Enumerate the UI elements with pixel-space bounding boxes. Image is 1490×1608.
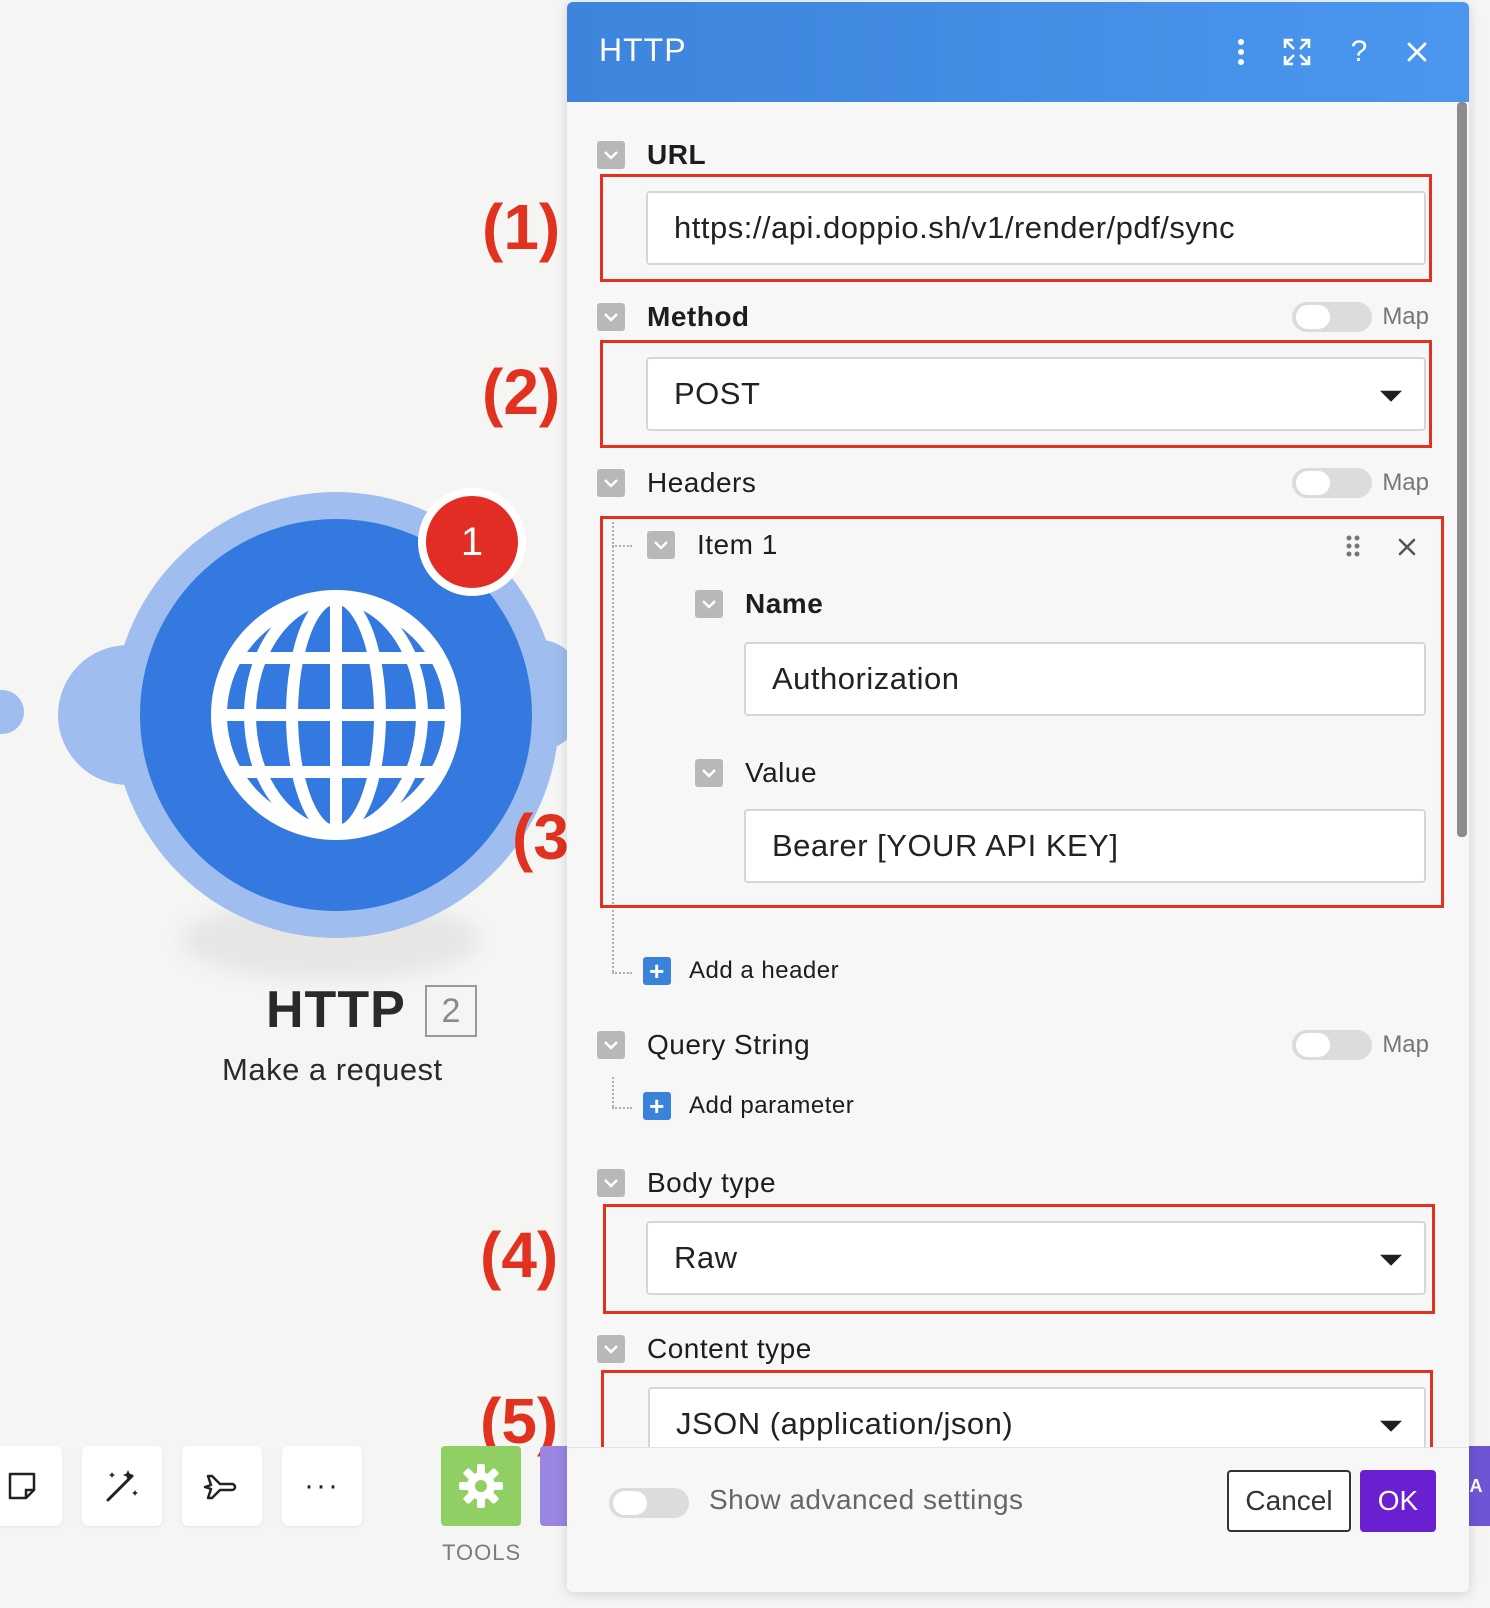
add-parameter-label: Add parameter <box>689 1092 855 1119</box>
headers-label-row: Headers <box>597 466 756 500</box>
collapse-chevron-icon[interactable] <box>597 303 625 331</box>
add-header-label: Add a header <box>689 957 840 984</box>
url-label: URL <box>647 139 707 170</box>
collapse-chevron-icon[interactable] <box>647 531 675 559</box>
collapse-chevron-icon[interactable] <box>695 590 723 618</box>
dropdown-caret-icon <box>1380 1420 1402 1432</box>
plus-icon: + <box>643 957 671 985</box>
magic-wand-icon <box>106 1470 138 1502</box>
module-subtitle: Make a request <box>222 1052 443 1087</box>
body-type-select[interactable]: Raw <box>646 1221 1426 1295</box>
remove-item-icon[interactable] <box>1397 537 1417 557</box>
previous-connector <box>0 690 24 734</box>
close-icon[interactable] <box>1399 34 1435 70</box>
toggle-switch[interactable] <box>1292 1030 1373 1060</box>
map-label: Map <box>1382 1031 1429 1058</box>
method-value: POST <box>674 376 761 411</box>
annotation-2: (2) <box>482 356 561 428</box>
method-select[interactable]: POST <box>646 357 1426 431</box>
advanced-settings-toggle[interactable] <box>609 1488 689 1518</box>
kebab-menu-icon[interactable] <box>1223 34 1259 70</box>
toggle-switch[interactable] <box>1292 302 1373 332</box>
annotation-4: (4) <box>480 1219 559 1291</box>
collapse-chevron-icon[interactable] <box>597 1031 625 1059</box>
method-label-row: Method <box>597 300 750 334</box>
headers-map-toggle[interactable]: Map <box>1292 468 1429 498</box>
annotation-1: (1) <box>482 191 561 263</box>
header-item-label: Item 1 <box>697 529 778 560</box>
module-settings-panel: HTTP ? URL https://api.doppio.sh/v1/rend… <box>567 2 1469 1592</box>
panel-header: HTTP ? <box>567 2 1469 102</box>
add-header-button[interactable]: + Add a header <box>643 957 839 985</box>
header-item-row: Item 1 <box>647 528 778 562</box>
body-type-value: Raw <box>674 1240 738 1275</box>
globe-icon <box>211 590 461 840</box>
name-label-row: Name <box>695 587 823 621</box>
dropdown-caret-icon <box>1380 1254 1402 1266</box>
tools-button[interactable] <box>441 1446 521 1526</box>
tree-line <box>612 1077 614 1107</box>
collapse-chevron-icon[interactable] <box>597 469 625 497</box>
query-string-label: Query String <box>647 1029 811 1060</box>
advanced-settings-label: Show advanced settings <box>709 1484 1024 1515</box>
collapse-chevron-icon[interactable] <box>597 141 625 169</box>
add-parameter-button[interactable]: + Add parameter <box>643 1092 854 1120</box>
module-number: 2 <box>425 985 477 1037</box>
more-options-button[interactable]: ··· <box>282 1446 362 1526</box>
url-label-row: URL <box>597 138 706 172</box>
collapse-chevron-icon[interactable] <box>597 1169 625 1197</box>
gear-icon <box>459 1464 503 1508</box>
method-label: Method <box>647 301 750 332</box>
panel-title: HTTP <box>599 32 687 68</box>
header-name-input[interactable]: Authorization <box>744 642 1426 716</box>
map-label: Map <box>1382 303 1429 330</box>
body-type-label-row: Body type <box>597 1166 776 1200</box>
url-input[interactable]: https://api.doppio.sh/v1/render/pdf/sync <box>646 191 1426 265</box>
body-type-label: Body type <box>647 1167 777 1198</box>
query-label-row: Query String <box>597 1028 810 1062</box>
note-button[interactable] <box>0 1446 62 1526</box>
query-map-toggle[interactable]: Map <box>1292 1030 1429 1060</box>
header-value-input[interactable]: Bearer [YOUR API KEY] <box>744 809 1426 883</box>
panel-scrollbar[interactable] <box>1457 102 1467 837</box>
auto-align-button[interactable] <box>82 1446 162 1526</box>
panel-footer: Show advanced settings Cancel OK <box>567 1447 1469 1592</box>
tree-branch <box>612 1107 632 1109</box>
operations-badge: 1 <box>418 488 526 596</box>
cancel-button[interactable]: Cancel <box>1227 1470 1351 1532</box>
note-icon <box>8 1472 36 1500</box>
explain-flow-button[interactable] <box>182 1446 262 1526</box>
dropdown-caret-icon <box>1380 390 1402 402</box>
toggle-switch[interactable] <box>1292 468 1373 498</box>
tree-branch <box>612 972 632 974</box>
content-type-value: JSON (application/json) <box>676 1406 1014 1441</box>
ok-button[interactable]: OK <box>1360 1470 1436 1532</box>
name-label: Name <box>745 588 824 619</box>
content-type-label-row: Content type <box>597 1332 812 1366</box>
plus-icon: + <box>643 1092 671 1120</box>
headers-label: Headers <box>647 467 757 498</box>
airplane-icon <box>203 1474 237 1500</box>
value-label: Value <box>745 757 818 788</box>
collapse-chevron-icon[interactable] <box>695 759 723 787</box>
maximize-icon[interactable] <box>1279 34 1315 70</box>
content-type-label: Content type <box>647 1333 812 1364</box>
value-label-row: Value <box>695 756 817 790</box>
collapse-chevron-icon[interactable] <box>597 1335 625 1363</box>
help-icon[interactable]: ? <box>1341 34 1377 70</box>
drag-handle-icon[interactable] <box>1345 534 1361 558</box>
method-map-toggle[interactable]: Map <box>1292 302 1429 332</box>
module-title: HTTP <box>266 981 406 1039</box>
map-label: Map <box>1382 469 1429 496</box>
tools-label: TOOLS <box>442 1540 522 1565</box>
